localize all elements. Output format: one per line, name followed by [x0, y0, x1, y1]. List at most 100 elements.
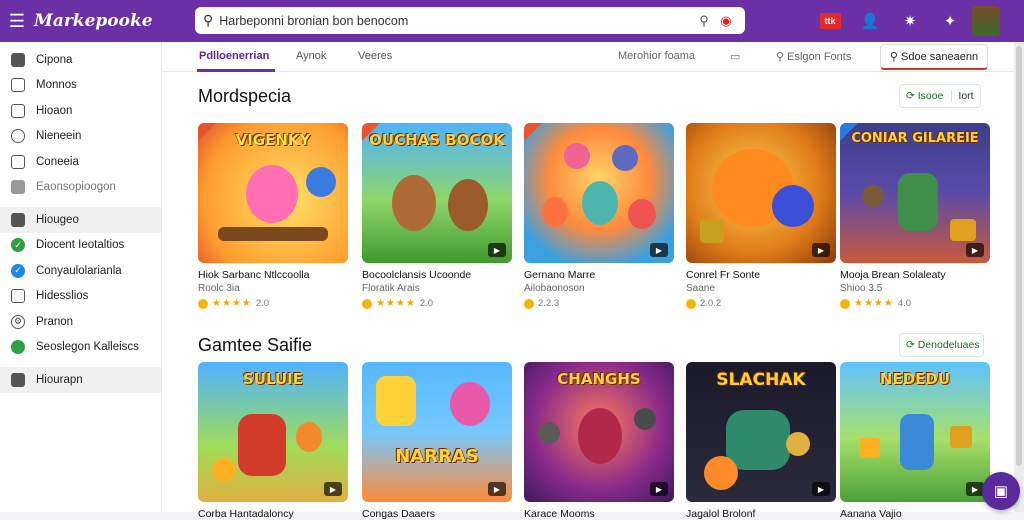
game-rating: ★★★★ 4.0	[840, 298, 990, 309]
tv-icon[interactable]: ▭	[730, 50, 740, 63]
game-subtitle: Ailobaonoson	[524, 283, 585, 294]
video-icon[interactable]: ▶	[812, 243, 830, 257]
game-name[interactable]: Congas Daaers	[362, 508, 512, 520]
game-thumbnail[interactable]: SLACHAK ▶	[686, 362, 836, 502]
character-art	[450, 382, 490, 426]
scrollbar[interactable]	[1014, 42, 1024, 512]
sidebar-item[interactable]: Coneeia	[0, 149, 161, 175]
sidebar-item[interactable]: Hioaon	[0, 98, 161, 124]
character-art	[296, 422, 322, 452]
home-icon	[11, 52, 25, 67]
game-name[interactable]: Gernano Marre	[524, 269, 674, 281]
sidebar-item-label: Diocent Ieotaltios	[36, 239, 125, 252]
character-art	[582, 181, 618, 225]
app-logo[interactable]: Markepooke	[34, 11, 194, 31]
friends-icon[interactable]: ✷	[890, 0, 930, 42]
game-card[interactable]: SULUIE ▶ Corba Hantadaloncy	[198, 362, 348, 520]
game-rating: 2.0.2	[686, 298, 836, 309]
game-card[interactable]: CONIAR GILAREIE ▶ Mooja Brean Solaleaty …	[840, 123, 990, 309]
notification-button[interactable]: ttk	[810, 0, 850, 42]
game-thumbnail[interactable]: CHANGHS ▶	[524, 362, 674, 502]
hamburger-menu-icon[interactable]: ☰	[0, 0, 34, 42]
game-card[interactable]: CHANGHS ▶ Karace Mooms	[524, 362, 674, 520]
game-name[interactable]: Conrel Fr Sonte	[686, 269, 836, 281]
corner-tag	[524, 123, 542, 141]
tab-third[interactable]: Veeres	[358, 50, 392, 62]
camera-search-icon[interactable]: ◉	[715, 13, 737, 29]
game-card[interactable]: ▶ Gernano Marre Ailobaonoson 2.2.3	[524, 123, 674, 309]
game-name[interactable]: Jagalol Brolonf	[686, 508, 836, 520]
game-title-art: NEDEDU	[879, 370, 951, 388]
game-card[interactable]: SLACHAK ▶ Jagalol Brolonf	[686, 362, 836, 520]
game-thumbnail[interactable]: VIGENKY	[198, 123, 348, 263]
game-thumbnail[interactable]: ▶	[686, 123, 836, 263]
video-icon[interactable]: ▶	[488, 243, 506, 257]
sidebar-item[interactable]: Hiougeo	[0, 207, 161, 233]
game-thumbnail[interactable]: CONIAR GILAREIE ▶	[840, 123, 990, 263]
game-card[interactable]: VIGENKY Hiok Sarbanc Ntlccoolla Roolc 3i…	[198, 123, 348, 309]
coin-icon	[524, 298, 534, 309]
search-input[interactable]: Harbeponni bronian bon benocom	[219, 14, 693, 28]
section-action-button[interactable]: ⟳ Isooe Iort	[899, 84, 981, 108]
chat-fab-button[interactable]: ▣	[982, 472, 1020, 510]
game-card[interactable]: NARRAS ▶ Congas Daaers	[362, 362, 512, 520]
voice-search-icon[interactable]: ⚲	[693, 13, 715, 29]
section-action-button[interactable]: ⟳ Denodeluaes	[899, 333, 984, 357]
game-card[interactable]: OUCHAS BOCOK ▶ Bocoolclansis Ucoonde Flo…	[362, 123, 512, 309]
rating-score: 2.2.3	[538, 298, 560, 309]
video-icon[interactable]: ▶	[966, 243, 984, 257]
video-icon[interactable]: ▶	[812, 482, 830, 496]
video-icon[interactable]: ▶	[324, 482, 342, 496]
character-art	[634, 408, 656, 430]
sidebar-item[interactable]: Cipona	[0, 47, 161, 73]
game-name[interactable]: Aanana Vajio	[840, 508, 990, 520]
game-name[interactable]: Mooja Brean Solaleaty	[840, 269, 990, 281]
character-art	[704, 456, 738, 490]
video-icon[interactable]: ▶	[650, 482, 668, 496]
sidebar-item[interactable]: Nieneein	[0, 124, 161, 150]
game-thumbnail[interactable]: SULUIE ▶	[198, 362, 348, 502]
video-icon[interactable]: ▶	[488, 482, 506, 496]
sidebar-item[interactable]: ✓ Diocent Ieotaltios	[0, 233, 161, 259]
video-icon[interactable]: ▶	[650, 243, 668, 257]
sort-link[interactable]: ⚲ Eslgon Fonts	[776, 50, 851, 63]
filter-link[interactable]: Merohior foama	[618, 50, 695, 62]
rating-score: 2.0	[419, 298, 434, 309]
game-rating: ★★★★ 2.0	[198, 298, 348, 309]
tab-recommended[interactable]: Pdlloenerrian	[199, 50, 269, 62]
search-bar[interactable]: ⚲ Harbeponni bronian bon benocom ⚲ ◉	[195, 7, 745, 34]
sidebar-item[interactable]: Hidesslios	[0, 284, 161, 310]
ball-art	[306, 167, 336, 197]
game-title-art: VIGENKY	[235, 131, 311, 149]
tab-second[interactable]: Aynok	[296, 50, 326, 62]
scrollbar-thumb[interactable]	[1016, 46, 1022, 466]
game-name[interactable]: Bocoolclansis Ucoonde	[362, 269, 512, 281]
character-art	[538, 422, 560, 444]
sidebar-item[interactable]: Hiourapn	[0, 367, 161, 393]
game-name[interactable]: Karace Mooms	[524, 508, 674, 520]
game-card[interactable]: ▶ Conrel Fr Sonte Saane 2.0.2	[686, 123, 836, 309]
game-thumbnail[interactable]: NEDEDU ▶	[840, 362, 990, 502]
tag-icon	[11, 180, 25, 195]
sidebar-item[interactable]: ✓ Conyaulolarianla	[0, 258, 161, 284]
add-user-icon[interactable]: 👤	[850, 0, 890, 42]
star-rating: ★★★★	[854, 298, 894, 309]
sidebar-item[interactable]: Monnos	[0, 73, 161, 99]
sort-label: Eslgon Fonts	[787, 51, 852, 63]
button-extra-label[interactable]: Iort	[951, 90, 974, 102]
game-thumbnail[interactable]: NARRAS ▶	[362, 362, 512, 502]
game-thumbnail[interactable]: OUCHAS BOCOK ▶	[362, 123, 512, 263]
game-subtitle: Saane	[686, 283, 715, 294]
coin-icon	[686, 298, 696, 309]
search-games-button[interactable]: ⚲ Sdoe saneaenn	[880, 44, 988, 70]
puzzle-icon[interactable]: ✦	[930, 0, 970, 42]
user-avatar[interactable]	[972, 6, 1000, 36]
sidebar-item[interactable]: Seoslegon Kalleiscs	[0, 335, 161, 361]
game-thumbnail[interactable]: ▶	[524, 123, 674, 263]
game-name[interactable]: Hiok Sarbanc Ntlccoolla	[198, 269, 348, 281]
check-blue-icon: ✓	[11, 263, 25, 278]
game-name[interactable]: Corba Hantadaloncy	[198, 508, 348, 520]
game-card[interactable]: NEDEDU ▶ Aanana Vajio	[840, 362, 990, 520]
sidebar-item[interactable]: Eaonsopioogon	[0, 175, 161, 201]
sidebar-item[interactable]: ⚙ Pranon	[0, 309, 161, 335]
